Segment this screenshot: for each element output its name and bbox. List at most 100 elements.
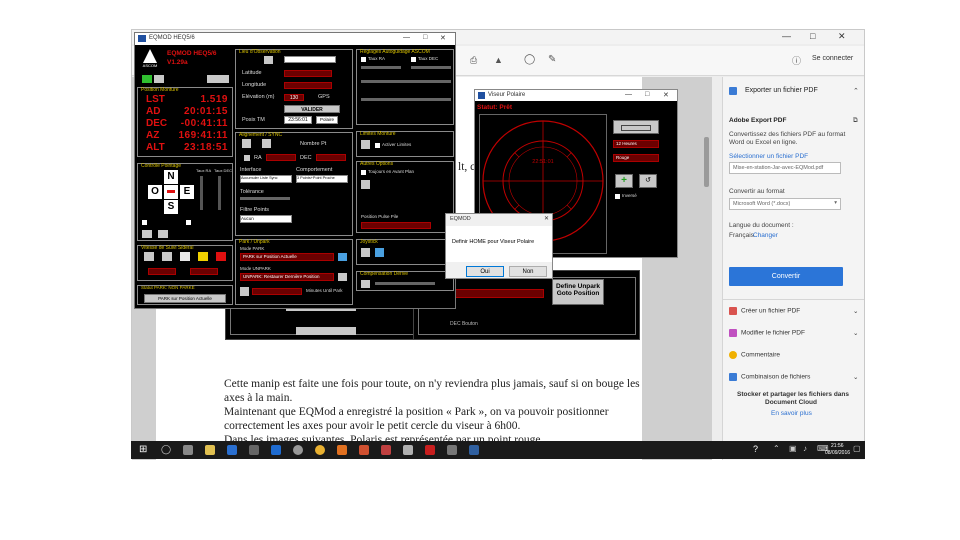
app-icon[interactable] xyxy=(359,445,369,455)
help-icon[interactable]: ⓘ xyxy=(792,54,801,67)
no-button[interactable]: Non xyxy=(509,266,547,277)
drift-icon[interactable] xyxy=(361,280,370,288)
tolerance-slider[interactable] xyxy=(240,197,290,200)
minimize-icon[interactable]: — xyxy=(403,34,410,41)
park-icon[interactable] xyxy=(338,253,347,261)
checkbox[interactable] xyxy=(361,170,366,175)
eqmod-taskbar-icon[interactable] xyxy=(469,445,479,455)
west-button[interactable]: O xyxy=(148,185,162,199)
park-mode-select[interactable]: PARK sur Position Actuelle xyxy=(240,253,334,261)
pulse-guide-field[interactable] xyxy=(361,222,431,229)
chevron-up-icon[interactable]: ⌃ xyxy=(773,444,780,453)
app-icon[interactable] xyxy=(381,445,391,455)
guide-dec-slider[interactable] xyxy=(411,66,451,69)
pulse-ra-slider[interactable] xyxy=(361,80,451,83)
maximize-icon[interactable]: □ xyxy=(423,34,427,41)
drift-slider[interactable] xyxy=(375,282,435,285)
point-filter-select[interactable]: Aucun xyxy=(240,215,292,223)
stamp-icon[interactable]: ▲ xyxy=(494,55,503,65)
checkbox[interactable] xyxy=(361,57,366,62)
site-icon[interactable] xyxy=(264,56,273,64)
search-icon[interactable]: ◯ xyxy=(161,444,171,455)
app-icon[interactable] xyxy=(447,445,457,455)
timer-icon[interactable] xyxy=(240,287,249,296)
checkbox[interactable] xyxy=(411,57,416,62)
pen-icon[interactable]: ✎ xyxy=(548,54,556,65)
tool-item-combine[interactable]: Combinaison de fichiers xyxy=(729,373,810,381)
help-icon[interactable]: ? xyxy=(753,444,758,454)
tool-item-create[interactable]: Créer un fichier PDF xyxy=(729,307,800,315)
chevron-down-icon[interactable]: ⌄ xyxy=(853,307,858,315)
polar-scope-tool-button[interactable] xyxy=(613,120,659,134)
network-icon[interactable]: ▣ xyxy=(789,444,797,453)
clock-date[interactable]: 08/09/2016 xyxy=(825,450,850,456)
ra-rate-slider[interactable] xyxy=(200,176,203,210)
app-icon[interactable] xyxy=(337,445,347,455)
maximize-icon[interactable]: □ xyxy=(810,31,815,41)
scrollbar-thumb[interactable] xyxy=(704,137,709,187)
options-icon[interactable] xyxy=(361,180,370,189)
maximize-icon[interactable]: □ xyxy=(645,91,649,98)
stop-button[interactable] xyxy=(164,185,178,199)
sign-in-link[interactable]: Se connecter xyxy=(812,55,853,62)
add-icon[interactable]: + xyxy=(615,174,633,188)
hour-format-select[interactable]: 12 Heures xyxy=(613,140,659,148)
change-lang-link[interactable]: Changer xyxy=(753,232,778,239)
minimize-icon[interactable]: — xyxy=(782,31,791,41)
disconnect-icon[interactable] xyxy=(207,75,229,83)
select-file-link[interactable]: Sélectionner un fichier PDF xyxy=(729,153,808,160)
longitude-field[interactable] xyxy=(284,82,332,89)
connect-icon[interactable] xyxy=(142,75,152,83)
task-view-icon[interactable] xyxy=(183,445,193,455)
clock-time[interactable]: 21:56 xyxy=(831,443,844,449)
elevation-field[interactable]: 130 xyxy=(284,94,304,101)
minimize-icon[interactable]: — xyxy=(625,91,632,98)
validate-button[interactable]: VALIDER xyxy=(284,105,340,113)
file-explorer-icon[interactable] xyxy=(205,445,215,455)
tool-item-edit[interactable]: Modifier le fichier PDF xyxy=(729,329,805,337)
stop-tracking-icon[interactable] xyxy=(216,252,226,261)
rotate-icon[interactable]: ↺ xyxy=(639,174,657,188)
file-name-field[interactable]: Mise-en-station-Jar-avec-EQMod.pdf xyxy=(729,162,841,174)
format-select[interactable]: Microsoft Word (*.docx) ▾ xyxy=(729,198,841,210)
latitude-field[interactable] xyxy=(284,70,332,77)
convert-button[interactable]: Convertir xyxy=(729,267,843,286)
invert-checkbox[interactable] xyxy=(615,194,620,199)
site-select[interactable] xyxy=(284,56,336,63)
close-icon[interactable]: ✕ xyxy=(544,215,549,222)
behaviour-select[interactable]: 3 Points+Point Proche xyxy=(296,175,348,183)
park-timer-field[interactable] xyxy=(252,288,302,295)
learn-more-link[interactable]: En savoir plus xyxy=(771,410,812,417)
guide-ra-slider[interactable] xyxy=(361,66,401,69)
south-button[interactable]: S xyxy=(164,200,178,214)
yes-button[interactable]: Oui xyxy=(466,266,504,277)
checkbox[interactable] xyxy=(375,143,380,148)
unpark-icon[interactable] xyxy=(338,273,347,281)
lunar-rate-icon[interactable] xyxy=(162,252,172,261)
comment-icon[interactable]: ◯ xyxy=(524,54,535,65)
sidereal-rate-icon[interactable] xyxy=(144,252,154,261)
start-icon[interactable]: ⊞ xyxy=(139,444,147,455)
joystick-icon[interactable] xyxy=(361,248,370,257)
dec-rate-slider[interactable] xyxy=(218,176,221,210)
clear-sync-icon[interactable] xyxy=(262,139,271,148)
app-icon[interactable] xyxy=(249,445,259,455)
notifications-icon[interactable]: ▢ xyxy=(853,444,861,453)
unpark-mode-select[interactable]: UNPARK: Restaurer Dernière Position xyxy=(240,273,334,281)
store-icon[interactable] xyxy=(227,445,237,455)
word-icon[interactable] xyxy=(271,445,281,455)
north-button[interactable]: N xyxy=(164,170,178,184)
chevron-up-icon[interactable]: ⌃ xyxy=(853,87,859,95)
chevron-down-icon[interactable]: ⌄ xyxy=(853,373,858,381)
volume-icon[interactable]: ♪ xyxy=(803,444,807,453)
slew-option-button[interactable] xyxy=(158,230,168,238)
posix-time-field[interactable]: 23:56:01 xyxy=(284,116,312,124)
close-icon[interactable]: ✕ xyxy=(838,31,846,42)
print-icon[interactable]: ⎙ xyxy=(470,55,477,66)
park-current-button[interactable]: PARK sur Position Actuelle xyxy=(144,294,226,303)
polar-mode-select[interactable]: Polaire xyxy=(316,116,338,124)
setup-icon[interactable] xyxy=(154,75,164,83)
app-icon[interactable] xyxy=(403,445,413,455)
export-header[interactable]: Exporter un fichier PDF xyxy=(745,87,818,94)
tracking-ra-field[interactable] xyxy=(148,268,176,275)
